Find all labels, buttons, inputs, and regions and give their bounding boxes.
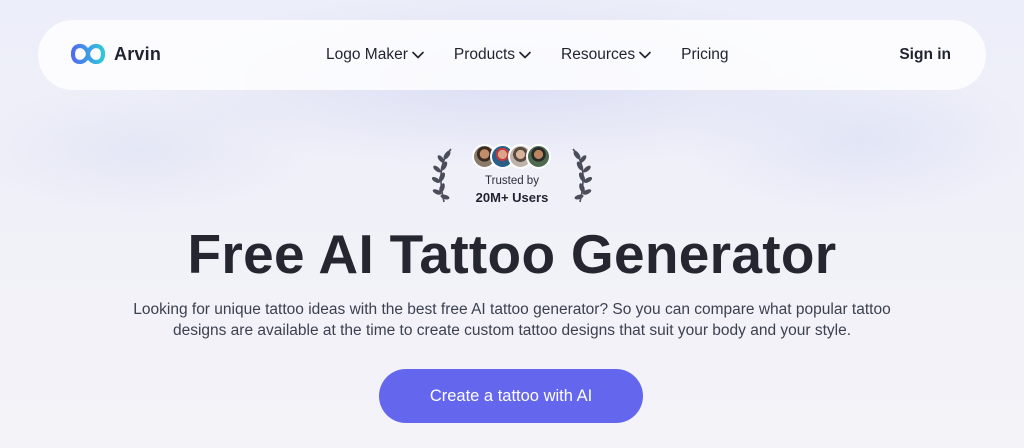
avatar — [526, 144, 551, 169]
trust-label: Trusted by — [485, 175, 539, 187]
chevron-down-icon — [519, 51, 531, 59]
nav-item-pricing[interactable]: Pricing — [681, 46, 728, 64]
nav-item-label: Logo Maker — [326, 46, 408, 63]
navbar: Arvin Logo Maker Products Resources Pric… — [38, 20, 986, 90]
nav-item-label: Products — [453, 46, 516, 63]
nav-item-logo-maker[interactable]: Logo Maker — [326, 46, 424, 64]
page-title: Free AI Tattoo Generator — [187, 223, 837, 285]
background-glow — [0, 80, 320, 220]
brand-logo-link[interactable]: Arvin — [71, 41, 161, 67]
nav-item-resources[interactable]: Resources — [561, 46, 651, 64]
hero-description: Looking for unique tattoo ideas with the… — [133, 301, 891, 339]
nav-item-label: Resources — [561, 46, 636, 63]
user-avatars — [472, 142, 554, 172]
nav-links: Logo Maker Products Resources Pricing — [326, 20, 729, 90]
brand-name: Arvin — [114, 43, 162, 64]
signin-link[interactable]: Sign in — [899, 20, 951, 90]
trust-badge: Trusted by 20M+ Users — [431, 142, 593, 208]
chevron-down-icon — [412, 51, 424, 59]
create-tattoo-button[interactable]: Create a tattoo with AI — [379, 369, 643, 423]
nav-item-products[interactable]: Products — [454, 46, 531, 64]
infinity-logo-icon — [71, 41, 105, 67]
chevron-down-icon — [639, 51, 651, 59]
trust-count: 20M+ Users — [475, 190, 549, 205]
nav-item-label: Pricing — [681, 46, 729, 63]
